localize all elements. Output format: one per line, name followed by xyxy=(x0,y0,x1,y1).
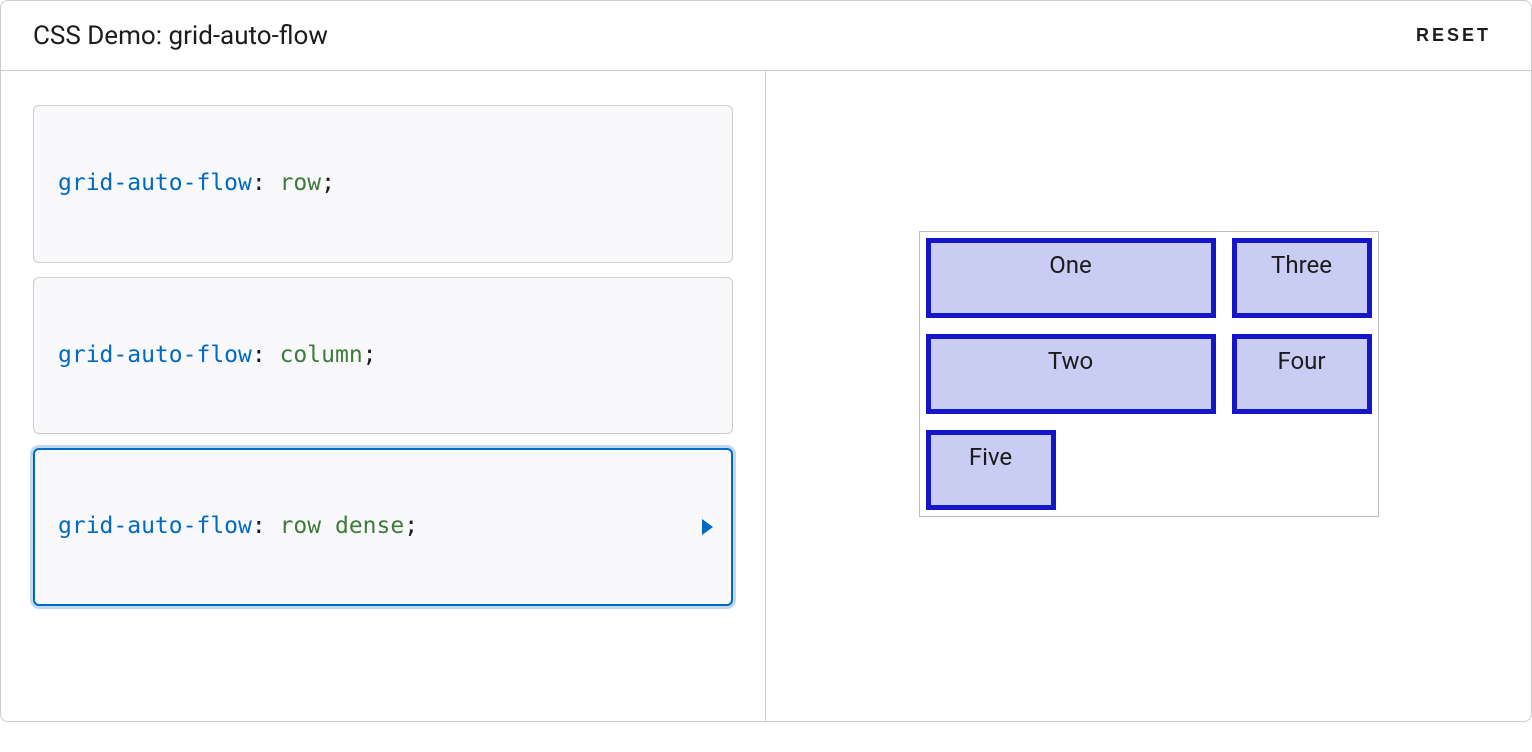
colon: : xyxy=(252,342,280,368)
grid-container: One Three Two Four Five xyxy=(919,231,1379,517)
css-property: grid-auto-flow xyxy=(58,342,252,368)
semicolon: ; xyxy=(404,513,418,539)
demo-header: CSS Demo: grid-auto-flow RESET xyxy=(1,1,1531,71)
reset-button[interactable]: RESET xyxy=(1406,19,1501,52)
css-property: grid-auto-flow xyxy=(58,513,252,539)
grid-item-three: Three xyxy=(1232,238,1372,318)
semicolon: ; xyxy=(363,342,377,368)
output-pane: One Three Two Four Five xyxy=(766,71,1531,721)
colon: : xyxy=(252,170,280,196)
code-choice-column[interactable]: grid-auto-flow: column; xyxy=(33,277,733,435)
grid-item-one: One xyxy=(926,238,1216,318)
css-demo-container: CSS Demo: grid-auto-flow RESET grid-auto… xyxy=(0,0,1532,722)
grid-item-four: Four xyxy=(1232,334,1372,414)
css-property: grid-auto-flow xyxy=(58,170,252,196)
grid-item-five: Five xyxy=(926,430,1056,510)
play-icon xyxy=(702,519,713,535)
css-value: row dense xyxy=(280,513,405,539)
code-choice-row[interactable]: grid-auto-flow: row; xyxy=(33,105,733,263)
semicolon: ; xyxy=(321,170,335,196)
code-choice-row-dense[interactable]: grid-auto-flow: row dense; xyxy=(33,448,733,606)
css-value: row xyxy=(280,170,322,196)
code-choices-pane: grid-auto-flow: row; grid-auto-flow: col… xyxy=(1,71,766,721)
demo-title: CSS Demo: grid-auto-flow xyxy=(33,21,328,51)
demo-body: grid-auto-flow: row; grid-auto-flow: col… xyxy=(1,71,1531,721)
css-value: column xyxy=(280,342,363,368)
grid-item-two: Two xyxy=(926,334,1216,414)
colon: : xyxy=(252,513,280,539)
